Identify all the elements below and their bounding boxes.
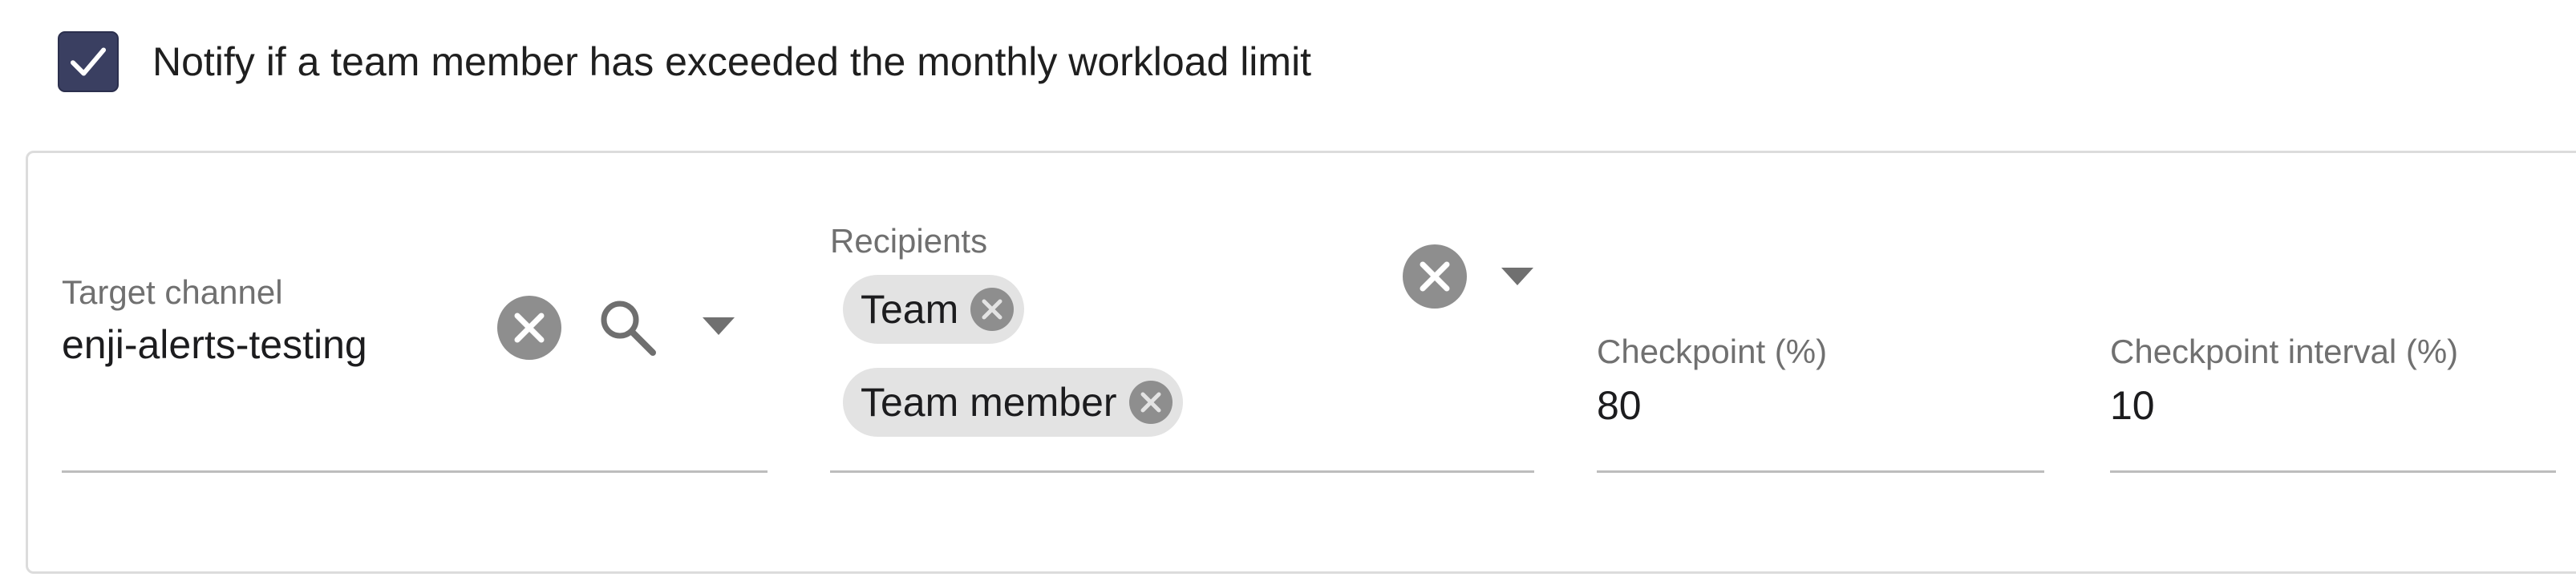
checkpoint-interval-field[interactable]: Checkpoint interval (%) 10 bbox=[2105, 153, 2576, 576]
checkpoint-interval-underline bbox=[2110, 470, 2556, 473]
remove-chip-button[interactable] bbox=[970, 287, 1015, 332]
recipients-field[interactable]: Recipients Team Team member bbox=[798, 153, 1568, 576]
checkpoint-value[interactable]: 80 bbox=[1597, 382, 1642, 429]
search-icon bbox=[601, 301, 656, 356]
target-channel-search-button[interactable] bbox=[596, 296, 660, 360]
target-channel-value[interactable]: enji-alerts-testing bbox=[62, 321, 367, 368]
target-channel-label: Target channel bbox=[62, 273, 283, 311]
alert-settings-card: Target channel enji-alerts-testing Recip… bbox=[26, 151, 2576, 574]
recipient-chip-team[interactable]: Team bbox=[843, 275, 1025, 344]
notify-label: Notify if a team member has exceeded the… bbox=[152, 39, 1312, 84]
checkpoint-label: Checkpoint (%) bbox=[1597, 333, 1828, 370]
checkpoint-underline bbox=[1597, 470, 2044, 473]
dropdown-arrow-icon bbox=[703, 317, 735, 335]
dropdown-arrow-icon bbox=[1501, 268, 1533, 285]
checkpoint-interval-label: Checkpoint interval (%) bbox=[2110, 333, 2459, 370]
notify-row: Notify if a team member has exceeded the… bbox=[58, 29, 1311, 95]
target-channel-clear-button[interactable] bbox=[496, 294, 563, 361]
recipients-clear-button[interactable] bbox=[1401, 243, 1468, 310]
clear-icon bbox=[1403, 244, 1467, 309]
remove-chip-icon bbox=[1128, 381, 1173, 424]
checkpoint-interval-value[interactable]: 10 bbox=[2110, 382, 2155, 429]
recipients-label: Recipients bbox=[830, 222, 988, 260]
checkmark-icon bbox=[70, 47, 107, 76]
recipients-underline bbox=[830, 470, 1534, 473]
recipient-chip-label: Team bbox=[861, 287, 959, 332]
recipients-dropdown-button[interactable] bbox=[1497, 260, 1537, 293]
target-channel-dropdown-button[interactable] bbox=[699, 310, 739, 342]
clear-icon bbox=[497, 296, 561, 360]
remove-chip-button[interactable] bbox=[1128, 380, 1173, 425]
target-channel-underline bbox=[62, 470, 768, 473]
checkpoint-field[interactable]: Checkpoint (%) 80 bbox=[1592, 153, 2057, 576]
recipient-chip-label: Team member bbox=[861, 380, 1117, 425]
recipient-chip-team-member[interactable]: Team member bbox=[843, 368, 1183, 437]
notify-checkbox[interactable] bbox=[58, 31, 119, 92]
remove-chip-icon bbox=[970, 288, 1015, 331]
target-channel-field[interactable]: Target channel enji-alerts-testing bbox=[28, 153, 798, 576]
